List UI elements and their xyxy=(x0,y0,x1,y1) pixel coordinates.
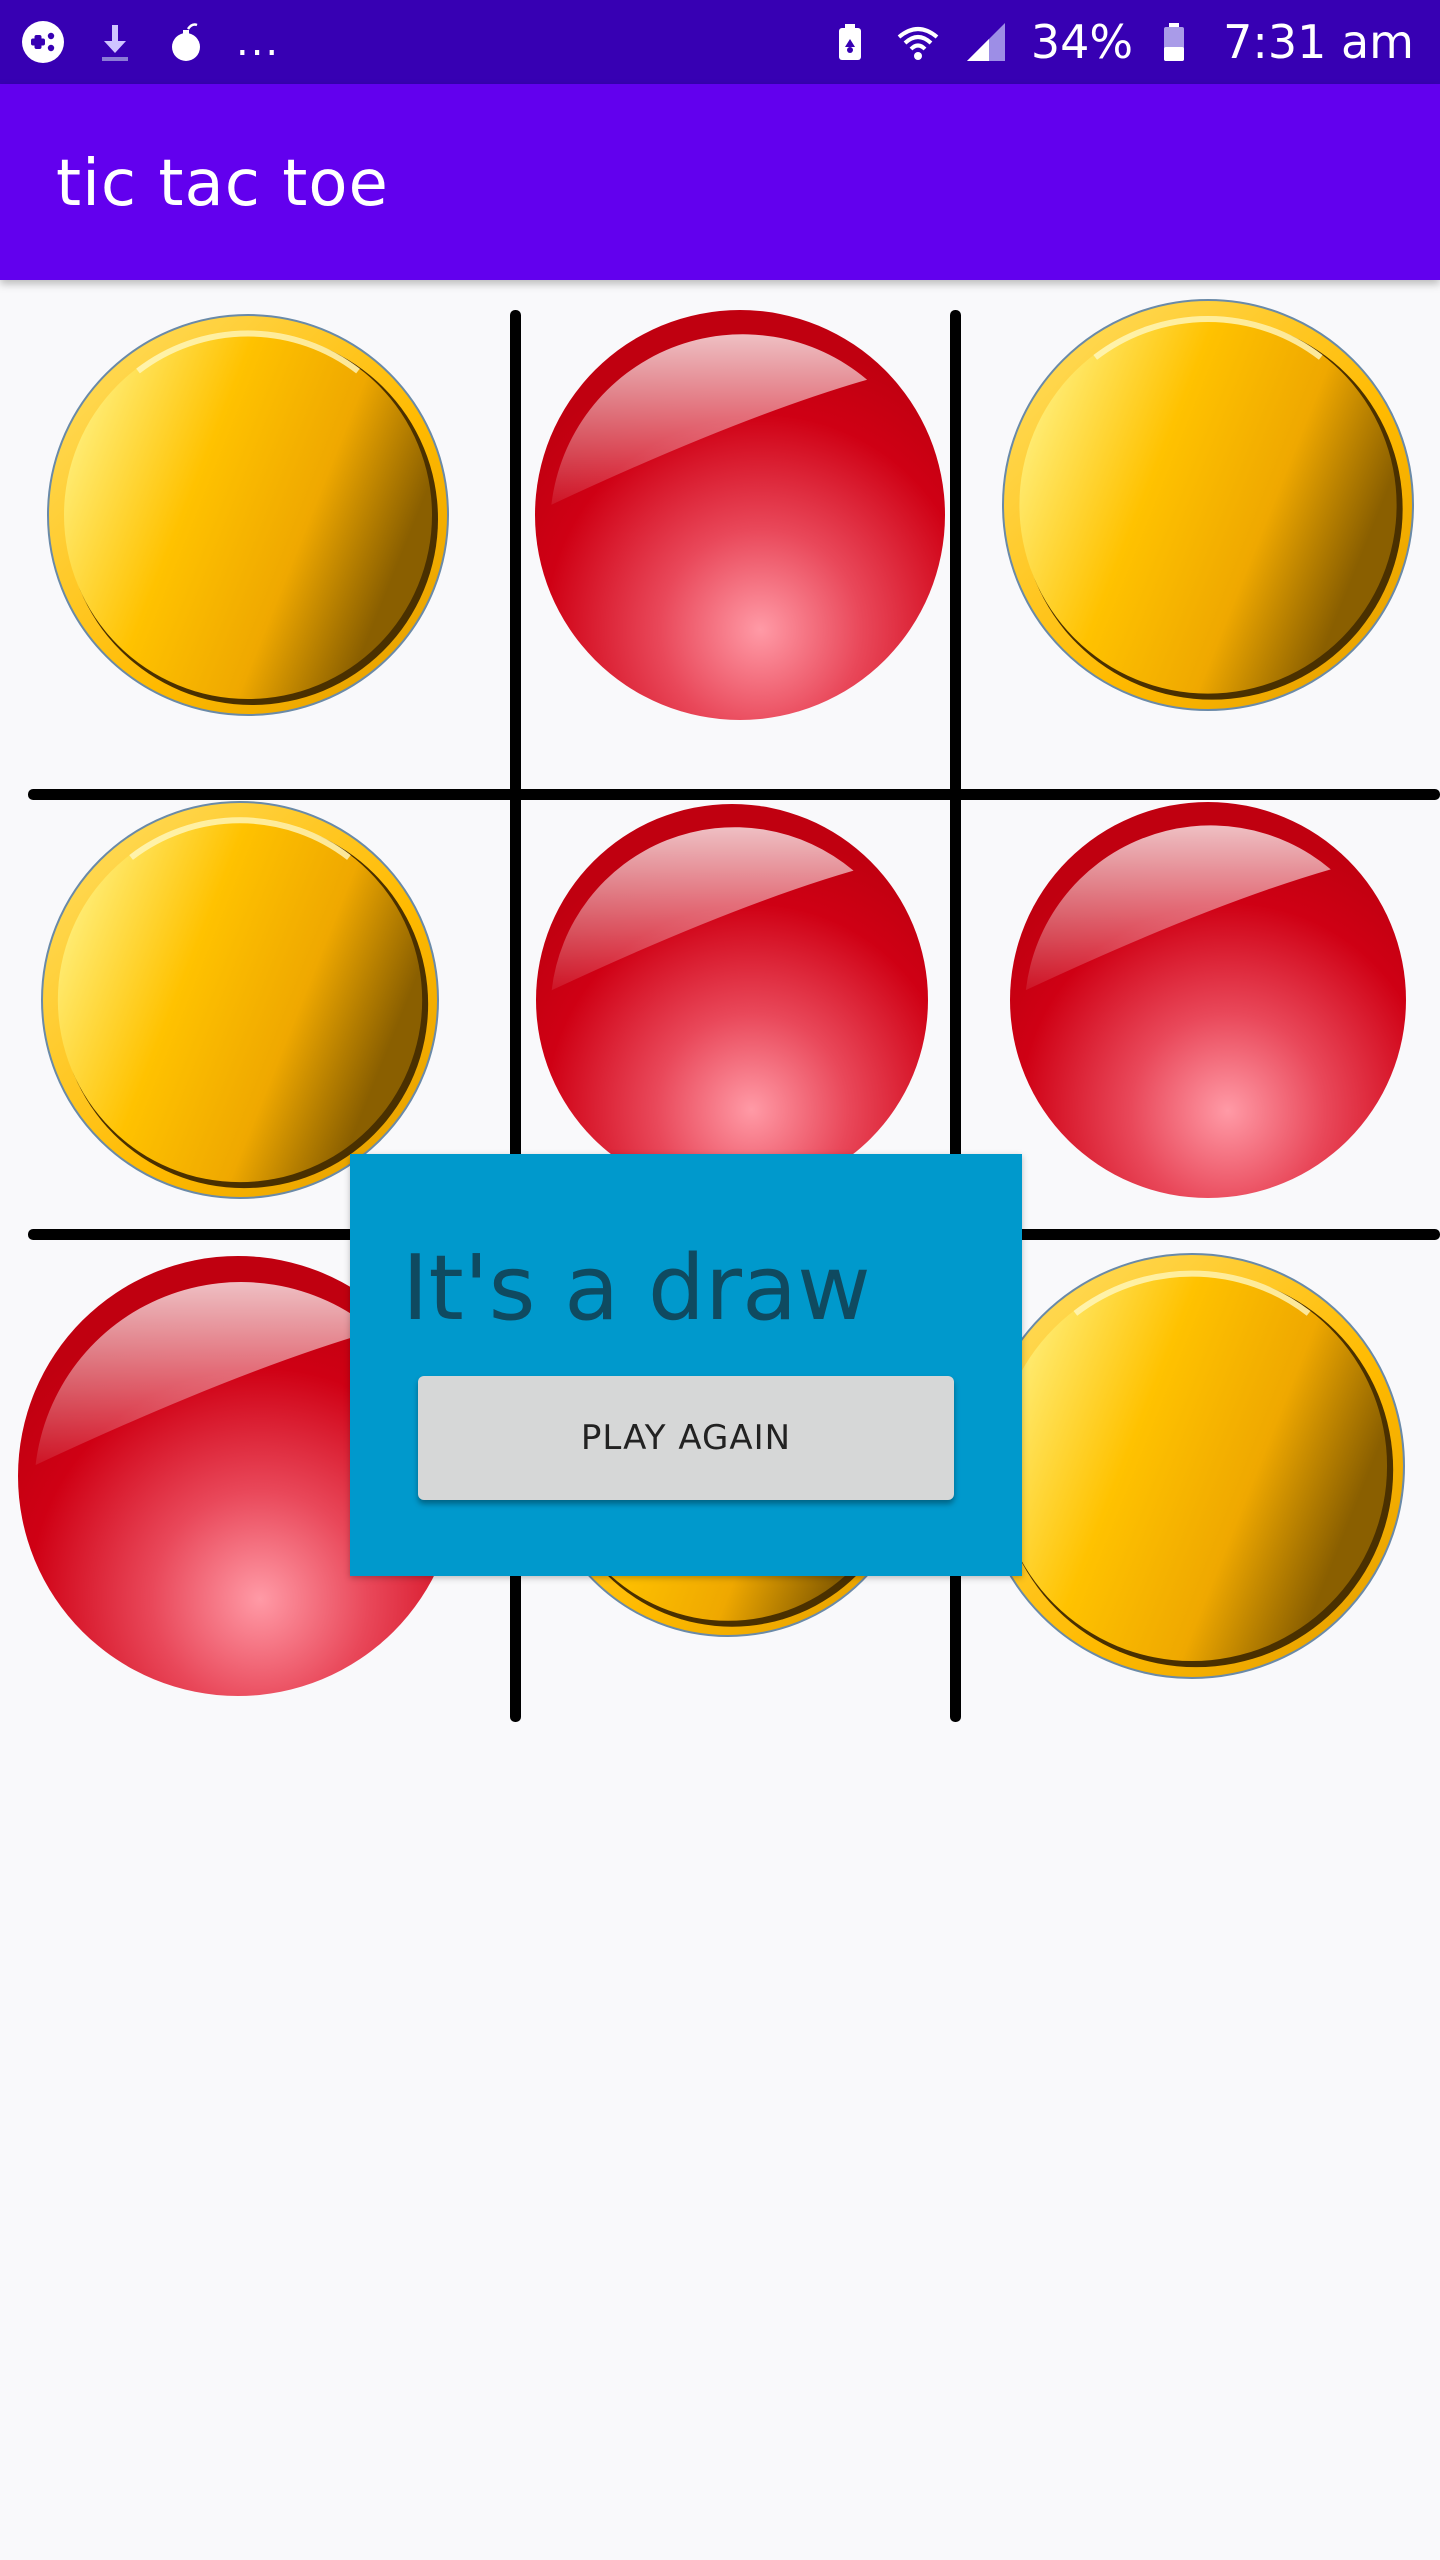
cell-signal-icon xyxy=(963,19,1009,65)
play-again-button[interactable]: Play again xyxy=(418,1376,954,1500)
board-cell-2-3[interactable] xyxy=(970,800,1430,1260)
battery-saver-icon xyxy=(827,19,873,65)
battery-icon xyxy=(1155,19,1201,65)
board-cell-1-3[interactable] xyxy=(970,320,1430,780)
board-cell-3-3[interactable] xyxy=(970,1260,1430,1720)
clock: 7:31 am xyxy=(1223,15,1414,69)
grid-line-horizontal-top xyxy=(28,789,1440,800)
wifi-icon xyxy=(895,19,941,65)
board-cell-1-2[interactable] xyxy=(500,320,960,780)
game-controller-icon xyxy=(20,19,66,65)
app-bar: tic tac toe xyxy=(0,84,1440,280)
status-bar-right: 34% 7:31 am xyxy=(827,0,1414,84)
bomb-icon xyxy=(164,19,210,65)
status-bar-left: ... xyxy=(20,0,280,84)
more-notifications-indicator: ... xyxy=(236,19,281,65)
board-cell-1-1[interactable] xyxy=(20,320,480,780)
status-bar: ... 34% 7:31 am xyxy=(0,0,1440,84)
draw-message: It's a draw xyxy=(402,1236,871,1341)
app-title: tic tac toe xyxy=(56,147,389,221)
battery-percent: 34% xyxy=(1030,15,1134,69)
result-dialog: It's a draw Play again xyxy=(350,1154,1022,1576)
download-icon xyxy=(92,19,138,65)
